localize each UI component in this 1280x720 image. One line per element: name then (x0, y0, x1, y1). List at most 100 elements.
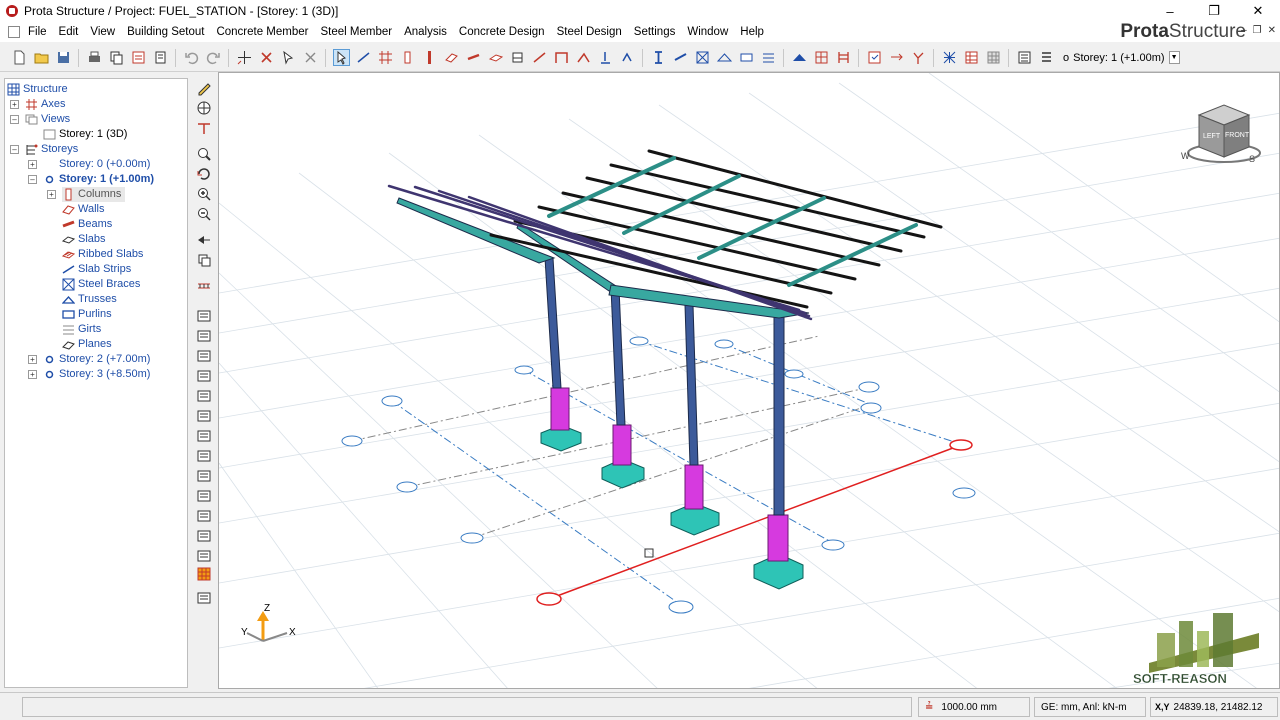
support-icon[interactable] (597, 49, 614, 66)
roof-icon[interactable] (791, 49, 808, 66)
zoom-in-icon[interactable] (196, 186, 212, 202)
tree-item-columns[interactable]: Columns (62, 187, 126, 202)
pattern-icon[interactable] (941, 49, 958, 66)
report-icon[interactable] (130, 49, 147, 66)
properties-icon[interactable] (1016, 49, 1033, 66)
foundation-tool-icon[interactable] (509, 49, 526, 66)
menu-file[interactable]: File (22, 22, 53, 42)
tree-item-girts[interactable]: Girts (62, 322, 101, 337)
dimension-icon[interactable] (196, 120, 212, 136)
print-sheet-icon[interactable] (196, 308, 212, 324)
x-brace-icon[interactable] (694, 49, 711, 66)
tree-item-slabs[interactable]: Slabs (62, 232, 106, 247)
tree-item-steel-braces[interactable]: Steel Braces (62, 277, 140, 292)
chevron-down-icon[interactable]: ▼ (1168, 51, 1180, 64)
table-icon[interactable] (963, 49, 980, 66)
expand-toggle-axes[interactable]: + (10, 100, 19, 109)
girt-icon[interactable] (760, 49, 777, 66)
minimize-button[interactable]: – (1148, 0, 1192, 22)
pan-icon[interactable] (196, 232, 212, 248)
delete-member-icon[interactable] (258, 49, 275, 66)
open-folder-icon[interactable] (33, 49, 50, 66)
wall-tool-icon[interactable] (443, 49, 460, 66)
analysis-model-icon[interactable] (866, 49, 883, 66)
pointer-select-icon[interactable] (332, 49, 350, 66)
mdi-restore-button[interactable]: ❐ (1253, 25, 1262, 36)
steel-beam-icon[interactable] (672, 49, 689, 66)
tree-item-storey-2[interactable]: Storey: 2 (+7.00m) (43, 352, 150, 367)
tree-item-storey-0[interactable]: Storey: 0 (+0.00m) (43, 157, 150, 172)
menu-edit[interactable]: Edit (53, 22, 85, 42)
purlin-icon[interactable] (738, 49, 755, 66)
color-grid-icon[interactable] (196, 566, 212, 582)
menu-settings[interactable]: Settings (628, 22, 682, 42)
menu-concrete-member[interactable]: Concrete Member (210, 22, 314, 42)
expand-toggle-storey-0[interactable]: + (28, 160, 37, 169)
move-icon[interactable] (236, 49, 253, 66)
undo-icon[interactable] (183, 49, 200, 66)
tree-item-purlins[interactable]: Purlins (62, 307, 112, 322)
tree-item-views[interactable]: Views (25, 112, 70, 127)
rotate-view-icon[interactable] (196, 166, 212, 182)
tree-item-walls[interactable]: Walls (62, 202, 104, 217)
expand-toggle-storey-3[interactable]: + (28, 370, 37, 379)
print-sheet-icon[interactable] (196, 528, 212, 544)
column-draw-icon[interactable] (421, 49, 438, 66)
menu-analysis[interactable]: Analysis (398, 22, 453, 42)
line-tool-icon[interactable] (355, 49, 372, 66)
menu-help[interactable]: Help (734, 22, 770, 42)
view-cube[interactable]: LEFT FRONT W S (1181, 104, 1261, 164)
print-sheet-icon[interactable] (196, 508, 212, 524)
collapse-toggle-storey-1[interactable]: – (28, 175, 37, 184)
tree-item-planes[interactable]: Planes (62, 337, 112, 352)
print-sheet-icon[interactable] (196, 388, 212, 404)
new-file-icon[interactable] (11, 49, 28, 66)
clear-icon[interactable] (302, 49, 319, 66)
tree-item-beams[interactable]: Beams (62, 217, 112, 232)
tree-item-ribbed-slabs[interactable]: Ribbed Slabs (62, 247, 143, 262)
pencil-icon[interactable] (196, 80, 212, 96)
copy-icon[interactable] (108, 49, 125, 66)
collapse-toggle-views[interactable]: – (10, 115, 19, 124)
redo-icon[interactable] (205, 49, 222, 66)
select-filter-icon[interactable] (280, 49, 297, 66)
print-sheet-icon[interactable] (196, 368, 212, 384)
expand-toggle-storey-2[interactable]: + (28, 355, 37, 364)
grid-table-icon[interactable] (985, 49, 1002, 66)
slab-tool-icon[interactable] (487, 49, 504, 66)
connection-icon[interactable] (575, 49, 592, 66)
expand-toggle-columns[interactable]: + (47, 190, 56, 199)
menu-steel-design[interactable]: Steel Design (551, 22, 628, 42)
3d-viewport[interactable]: Z Y X LEFT FRONT W S SOFT-REASON (218, 72, 1280, 689)
globe-icon[interactable] (196, 100, 212, 116)
menu-window[interactable]: Window (681, 22, 734, 42)
truss-icon[interactable] (716, 49, 733, 66)
maximize-button[interactable]: ❐ (1192, 0, 1236, 22)
grid-size-field[interactable]: ≟ 1000.00 mm (918, 697, 1030, 717)
brace-tool-icon[interactable] (531, 49, 548, 66)
drawing-icon[interactable] (152, 49, 169, 66)
zoom-out-icon[interactable] (196, 206, 212, 222)
menu-concrete-design[interactable]: Concrete Design (453, 22, 551, 42)
model-canvas[interactable]: Z Y X LEFT FRONT W S SOFT-REASON (219, 73, 1280, 689)
print-sheet-icon[interactable] (196, 448, 212, 464)
menu-steel-member[interactable]: Steel Member (315, 22, 399, 42)
i-section-icon[interactable] (650, 49, 667, 66)
zoom-window-icon[interactable] (196, 146, 212, 162)
tree-item-structure[interactable]: Structure (7, 82, 68, 97)
storey-selector[interactable]: o Storey: 1 (+1.00m) ▼ (1063, 51, 1180, 64)
save-icon[interactable] (55, 49, 72, 66)
tree-item-view-storey-1-3d[interactable]: Storey: 1 (3D) (43, 127, 127, 142)
print-icon[interactable] (86, 49, 103, 66)
storey-list-icon[interactable] (1038, 49, 1055, 66)
units-field[interactable]: GE: mm, Anl: kN-m (1034, 697, 1146, 717)
multi-storey-icon[interactable] (835, 49, 852, 66)
ruler-icon[interactable] (196, 278, 212, 294)
check-icon[interactable] (910, 49, 927, 66)
print-sheet-icon[interactable] (196, 548, 212, 564)
frame-grid-icon[interactable] (813, 49, 830, 66)
menu-building-setout[interactable]: Building Setout (121, 22, 210, 42)
tree-item-trusses[interactable]: Trusses (62, 292, 117, 307)
layers-icon[interactable] (196, 252, 212, 268)
print-sheet-icon[interactable] (196, 428, 212, 444)
